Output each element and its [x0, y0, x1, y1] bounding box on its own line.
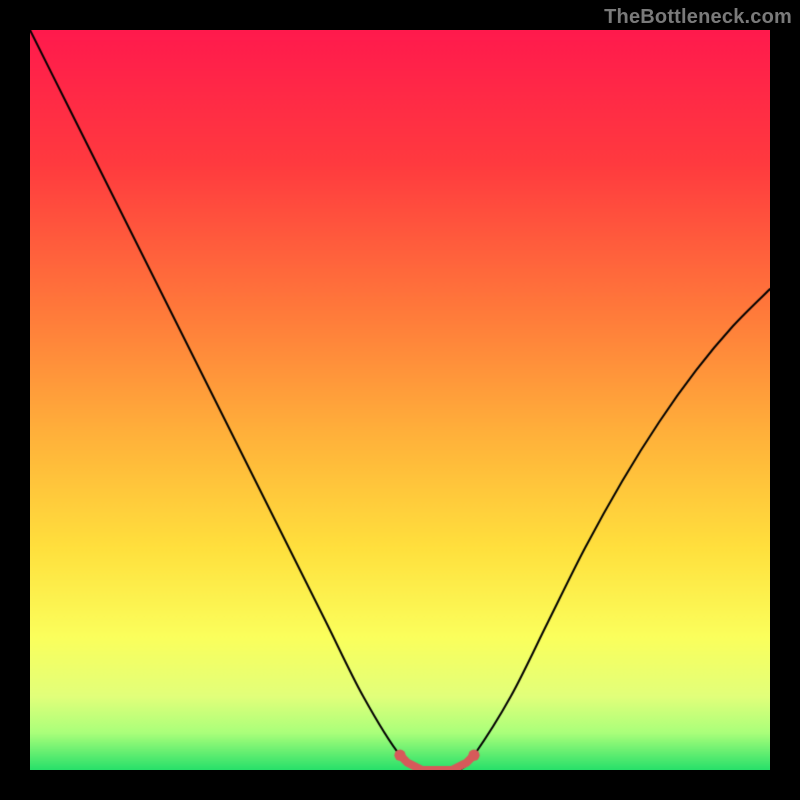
chart-plot-area	[30, 30, 770, 770]
chart-curve-canvas	[30, 30, 770, 770]
watermark-text: TheBottleneck.com	[604, 6, 792, 29]
